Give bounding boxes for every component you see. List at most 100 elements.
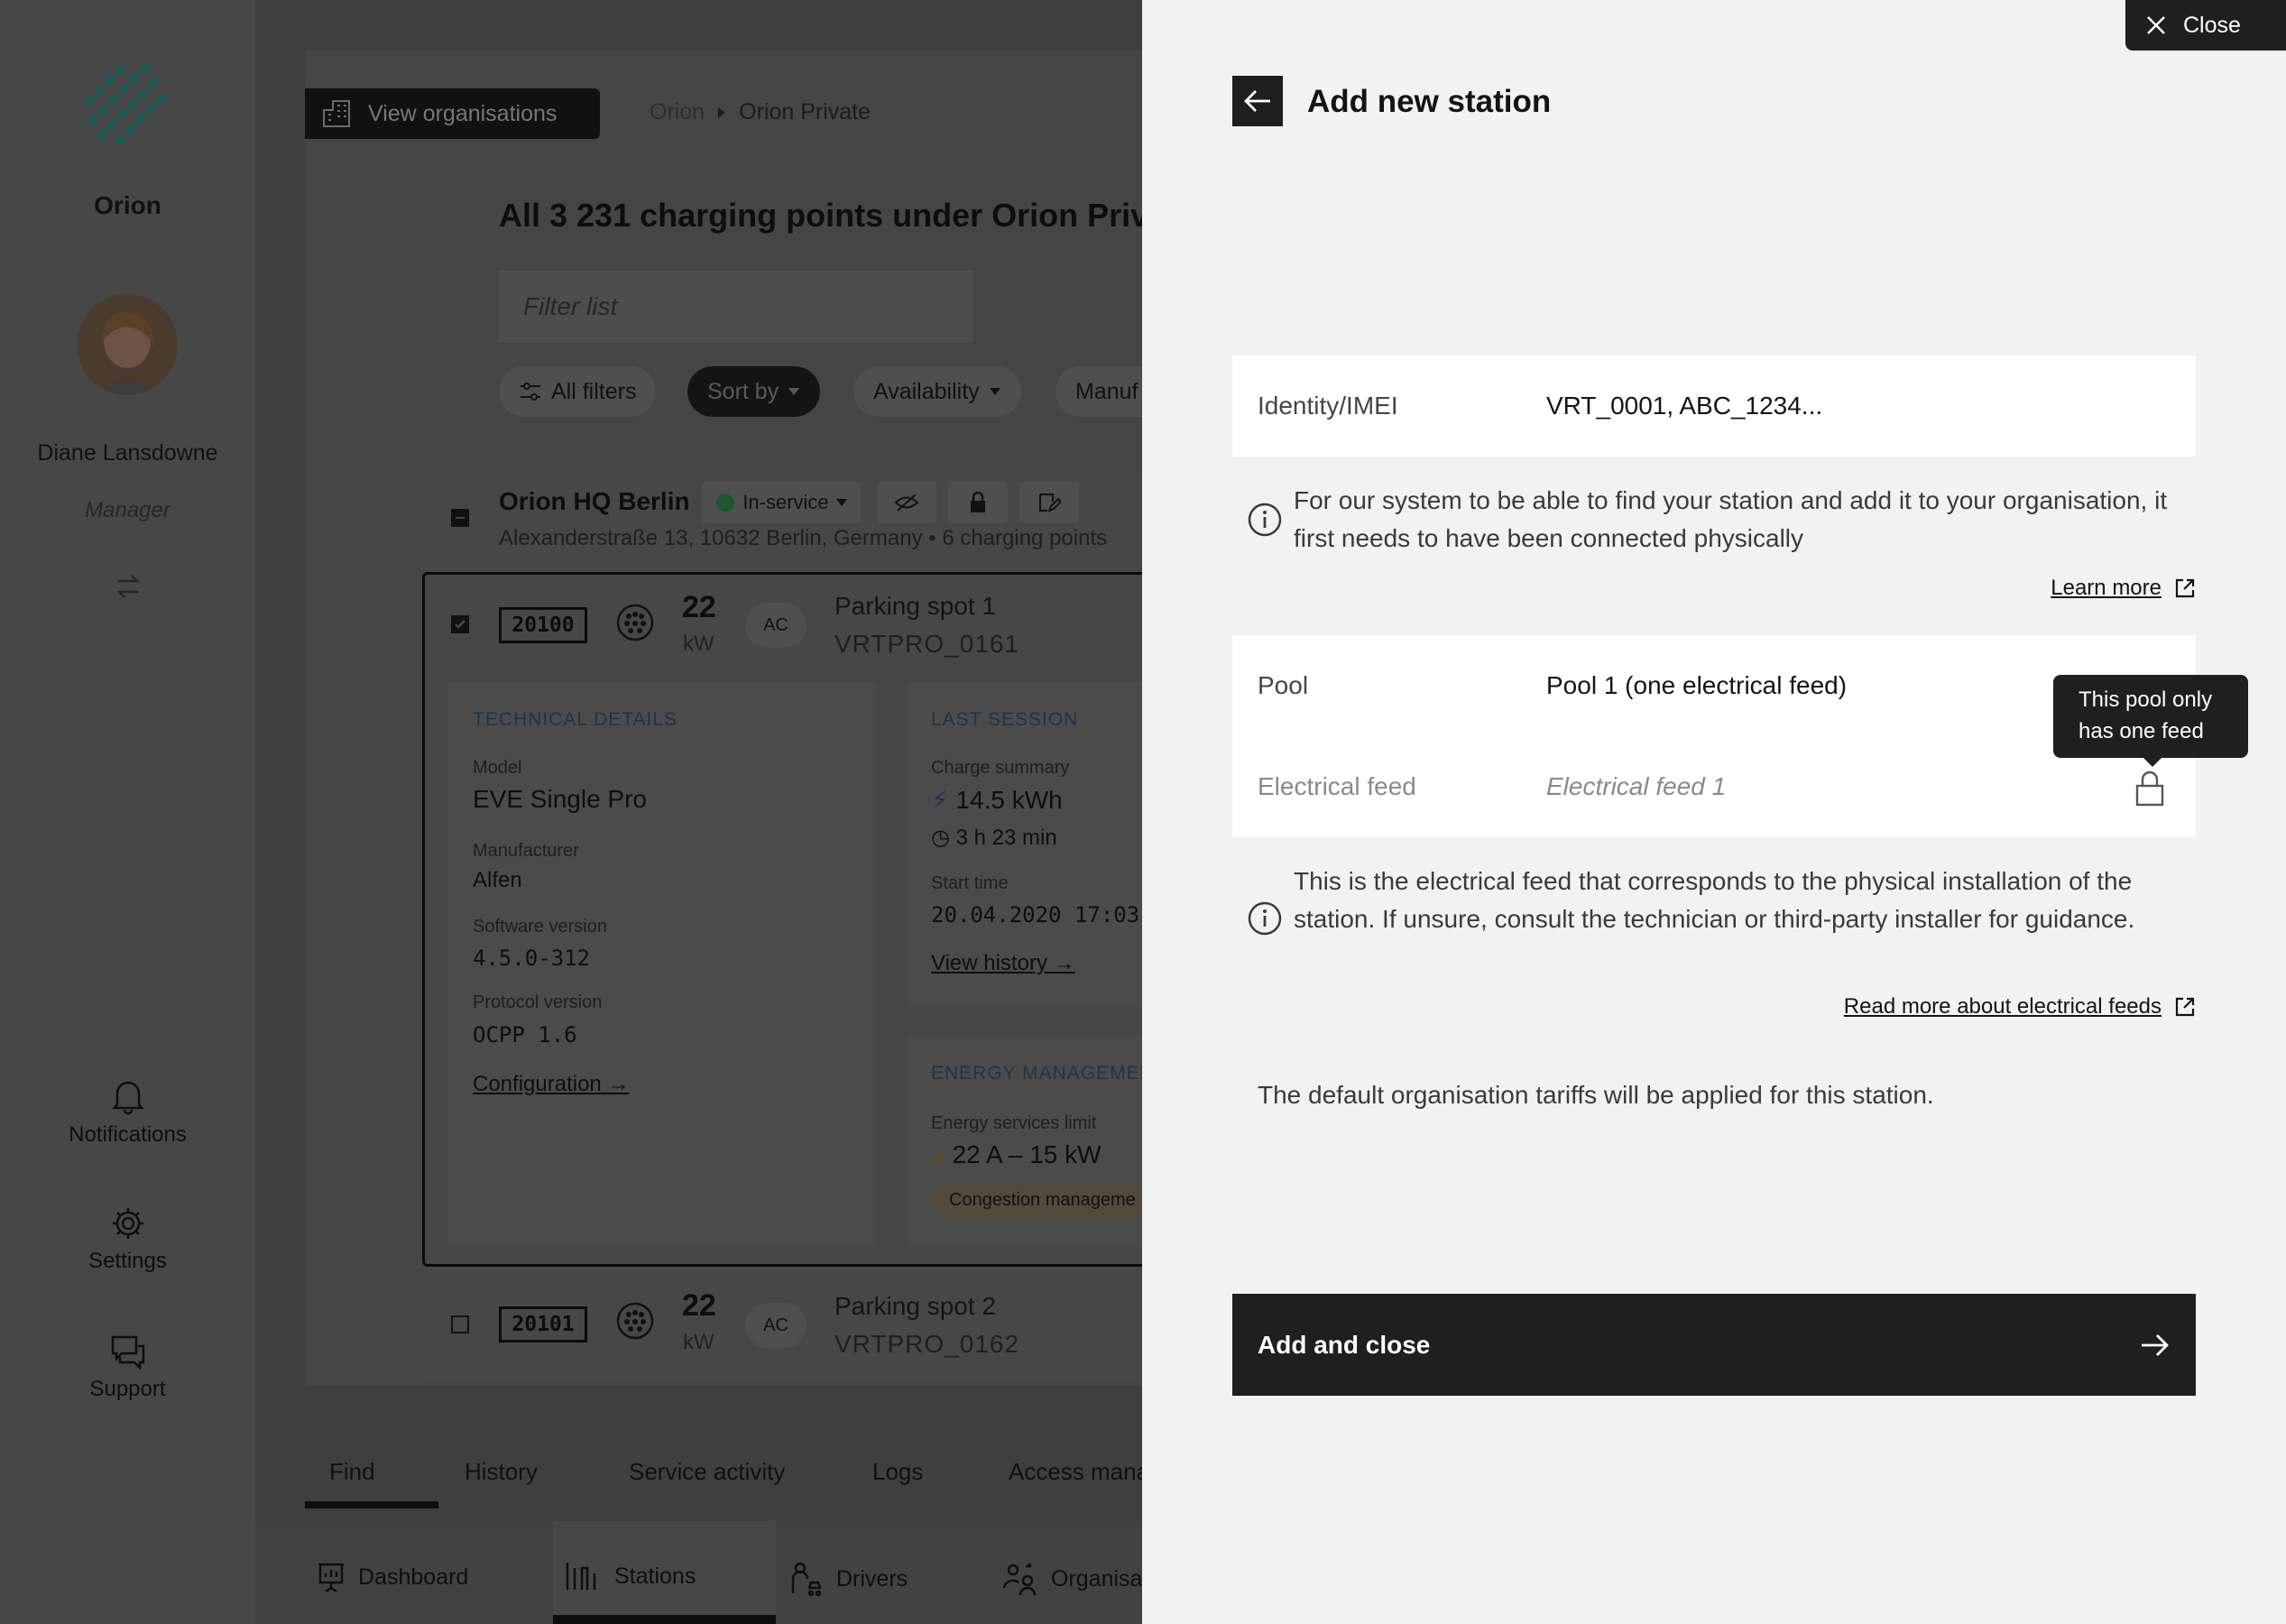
feed-label: Electrical feed (1258, 772, 1416, 800)
pool-label: Pool (1258, 671, 1309, 699)
learn-more-link[interactable]: Learn more (2051, 576, 2196, 601)
bolt-icon: ⚡ (931, 786, 949, 814)
switch-account-icon[interactable] (112, 570, 144, 603)
electrical-feeds-link[interactable]: Read more about electrical feeds (1844, 994, 2196, 1020)
congestion-badge: Congestion manageme (931, 1184, 1154, 1218)
nav-drivers[interactable]: Drivers (788, 1561, 908, 1597)
visibility-toggle[interactable] (877, 482, 936, 523)
driver-icon (791, 1562, 822, 1597)
section-heading: ENERGY MANAGEMEN (931, 1063, 1155, 1084)
edit-icon (1039, 494, 1061, 512)
identity-field[interactable]: Identity/IMEI VRT_0001, ABC_1234... (1232, 355, 2196, 457)
caret-down-icon (835, 499, 847, 506)
software-value: 4.5.0-312 (473, 946, 591, 971)
bottom-navigation: Dashboard Stations Drivers Organisa (255, 1521, 1142, 1624)
avatar[interactable] (77, 294, 178, 395)
protocol-value: OCPP 1.6 (473, 1022, 577, 1047)
sidebar-item-label: Settings (88, 1249, 167, 1273)
breadcrumb-item[interactable]: Orion (650, 99, 705, 125)
caret-down-icon (788, 388, 800, 395)
charge-summary-label: Charge summary (931, 758, 1070, 778)
sub-tabs: Find History Service activity Logs Acces… (255, 1435, 1149, 1521)
sidebar-item-support[interactable]: Support (0, 1333, 255, 1402)
link-label: Configuration (473, 1072, 602, 1096)
arrow-right-icon: → (607, 1072, 630, 1096)
add-and-close-button[interactable]: Add and close (1232, 1294, 2196, 1396)
tab-find[interactable]: Find (329, 1458, 375, 1486)
manufacturer-value: Alfen (473, 868, 522, 892)
chat-icon (111, 1335, 144, 1370)
manufacturer-filter[interactable]: Manuf (1055, 366, 1142, 417)
sidebar-item-notifications[interactable]: Notifications (0, 1077, 255, 1148)
back-button[interactable] (1232, 76, 1283, 126)
feed-select: Electrical feed 1 (1546, 772, 1727, 800)
close-button[interactable]: Close (2125, 0, 2286, 51)
duration-text: 3 h 23 min (955, 826, 1057, 850)
active-nav-indicator (553, 1615, 776, 1624)
section-heading: TECHNICAL DETAILS (473, 709, 678, 730)
clock-icon: ◷ (931, 826, 950, 850)
close-icon (2147, 16, 2165, 34)
tab-logs[interactable]: Logs (872, 1458, 923, 1486)
sidebar-item-settings[interactable]: Settings (0, 1205, 255, 1274)
software-label: Software version (473, 917, 607, 937)
sidebar: Orion Diane Lansdowne Manager Notificati… (0, 0, 255, 1624)
nav-label: Organisa (1051, 1565, 1143, 1592)
sort-by-button[interactable]: Sort by (687, 366, 821, 417)
parking-spot: Parking spot 2 (834, 1292, 996, 1320)
sliders-icon (521, 383, 540, 401)
energy-limit-value: ⩘ 22 A – 15 kW (931, 1140, 1102, 1170)
bell-icon (112, 1081, 143, 1115)
model-label: Model (473, 758, 522, 778)
status-label: In-service (742, 491, 829, 513)
site-checkbox[interactable] (451, 509, 469, 527)
info-icon (1248, 901, 1282, 936)
view-organisations-button[interactable]: View organisations (305, 88, 600, 139)
power-value: 22 (682, 590, 716, 624)
manufacturer-label: Manufacturer (473, 841, 579, 861)
row-checkbox[interactable] (451, 1315, 469, 1333)
feed-help-text: This is the electrical feed that corresp… (1294, 867, 2135, 933)
view-history-link[interactable]: View history → (931, 951, 1075, 976)
tab-access-management[interactable]: Access mana (1009, 1458, 1149, 1486)
arrow-right-icon: → (1053, 951, 1075, 975)
lock-toggle[interactable] (948, 482, 1008, 523)
close-label: Close (2183, 12, 2241, 38)
nav-organisations[interactable]: Organisa (1002, 1561, 1142, 1597)
charging-point-id: 20101 (499, 1306, 587, 1343)
tab-service-activity[interactable]: Service activity (629, 1458, 785, 1486)
active-tab-indicator (305, 1501, 438, 1509)
edit-toggle[interactable] (1019, 482, 1079, 523)
all-filters-button[interactable]: All filters (499, 366, 657, 417)
status-badge[interactable]: In-service (702, 482, 861, 523)
nav-stations[interactable]: Stations (566, 1561, 696, 1592)
site-address: Alexanderstraße 13, 10632 Berlin, German… (499, 526, 1108, 550)
pool-select[interactable]: Pool 1 (one electrical feed) (1546, 671, 1847, 700)
parking-spot: Parking spot 1 (834, 592, 996, 620)
organisation-name: Orion (94, 191, 161, 219)
lock-icon[interactable] (2134, 770, 2165, 807)
start-time-value: 20.04.2020 17:03 (931, 902, 1140, 927)
identity-help-text: For our system to be able to find your s… (1294, 486, 2168, 552)
filter-input[interactable]: Filter list (499, 271, 972, 343)
current-badge: AC (745, 603, 807, 648)
nav-label: Drivers (836, 1565, 908, 1592)
info-icon (1248, 503, 1282, 537)
protocol-label: Protocol version (473, 992, 603, 1012)
add-station-panel: Close Add new station Identity/IMEI VRT_… (1142, 0, 2286, 1624)
tab-history[interactable]: History (465, 1458, 538, 1486)
external-link-icon (2175, 578, 2195, 598)
building-icon (323, 100, 350, 127)
link-label: Learn more (2051, 576, 2162, 600)
chip-label: Sort by (707, 378, 779, 404)
nav-dashboard[interactable]: Dashboard (317, 1561, 468, 1593)
sidebar-item-label: Support (89, 1377, 166, 1401)
row-checkbox[interactable] (451, 615, 469, 633)
caret-down-icon (989, 388, 1000, 395)
link-label: View history (931, 951, 1047, 975)
identity-input[interactable]: VRT_0001, ABC_1234... (1546, 392, 1822, 420)
availability-filter[interactable]: Availability (853, 366, 1021, 417)
energy-value: ⚡ 14.5 kWh (931, 785, 1063, 815)
connector-icon (616, 604, 654, 641)
configuration-link[interactable]: Configuration → (473, 1072, 629, 1097)
